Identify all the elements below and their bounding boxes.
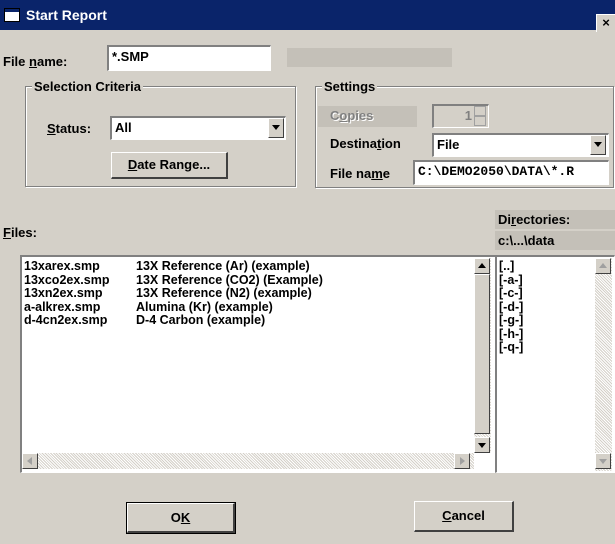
file-list-item[interactable]: 13xn2ex.smp 13X Reference (N2) (example) bbox=[24, 286, 312, 300]
window-icon bbox=[4, 8, 20, 22]
file-name-cell: a-alkrex.smp bbox=[24, 299, 101, 314]
directory-list-item[interactable]: [-d-] bbox=[499, 300, 523, 314]
destination-dropdown-arrow-icon[interactable] bbox=[590, 135, 606, 155]
files-scroll-up-icon[interactable] bbox=[474, 258, 490, 274]
files-scroll-thumb[interactable] bbox=[474, 274, 490, 434]
date-range-button[interactable]: Date Range... bbox=[111, 152, 228, 179]
directories-scroll-down-icon[interactable] bbox=[595, 453, 611, 469]
file-name-cell: d-4cn2ex.smp bbox=[24, 313, 108, 327]
file-list-item[interactable]: 13xco2ex.smp 13X Reference (CO2) (Example… bbox=[24, 273, 323, 287]
file-description-cell: 13X Reference (Ar) (example) bbox=[136, 259, 310, 273]
close-button[interactable]: × bbox=[596, 14, 615, 32]
output-file-name-input[interactable]: C:\DEMO2050\DATA\*.R bbox=[413, 160, 609, 185]
directory-list-item[interactable]: [-g-] bbox=[499, 313, 523, 327]
destination-label: Destination bbox=[330, 136, 401, 151]
file-name-label: File name: bbox=[3, 54, 68, 69]
selection-criteria-title: Selection Criteria bbox=[32, 79, 143, 94]
directory-list-item[interactable]: [..] bbox=[499, 259, 514, 273]
files-scroll-right-icon[interactable] bbox=[454, 453, 470, 469]
file-name-input[interactable]: *.SMP bbox=[107, 45, 271, 71]
files-horizontal-scrollbar[interactable] bbox=[22, 453, 474, 469]
files-label: Files: bbox=[3, 225, 37, 240]
file-list-item[interactable]: d-4cn2ex.smp D-4 Carbon (example) bbox=[24, 313, 265, 327]
file-name-cell: 13xn2ex.smp bbox=[24, 286, 103, 300]
files-list[interactable]: 13xarex.smp 13X Reference (Ar) (example) 1… bbox=[20, 255, 496, 473]
files-scroll-down-icon[interactable] bbox=[474, 437, 490, 453]
directory-list-item[interactable]: [-q-] bbox=[499, 340, 523, 354]
directory-list-item[interactable]: [-c-] bbox=[499, 286, 523, 300]
file-description-cell: Alumina (Kr) (example) bbox=[136, 299, 273, 314]
file-name-cell: 13xarex.smp bbox=[24, 259, 100, 273]
status-label: Status: bbox=[47, 121, 92, 136]
files-scroll-left-icon[interactable] bbox=[22, 453, 38, 469]
destination-select[interactable]: File bbox=[432, 133, 609, 157]
status-dropdown-arrow-icon[interactable] bbox=[268, 118, 284, 138]
ok-button[interactable]: OK bbox=[126, 502, 236, 534]
output-file-name-label: File name bbox=[330, 166, 390, 181]
file-name-extra-field bbox=[287, 48, 452, 67]
file-description-cell: D-4 Carbon (example) bbox=[136, 313, 266, 327]
copies-spin-up-icon[interactable] bbox=[474, 106, 486, 116]
copies-label: Copies bbox=[330, 108, 374, 123]
destination-value: File bbox=[437, 137, 460, 152]
directories-vertical-scrollbar[interactable] bbox=[595, 258, 612, 471]
status-select[interactable]: All bbox=[110, 116, 286, 140]
window-title: Start Report bbox=[26, 7, 107, 23]
file-list-item[interactable]: a-alkrex.smp Alumina (Kr) (example) bbox=[24, 300, 273, 314]
directories-label: Directories: bbox=[498, 212, 571, 227]
copies-spin-down-icon[interactable] bbox=[474, 116, 486, 126]
status-value: All bbox=[115, 120, 132, 135]
cancel-button[interactable]: Cancel bbox=[414, 501, 514, 532]
file-list-item[interactable]: 13xarex.smp 13X Reference (Ar) (example) bbox=[24, 259, 310, 273]
directories-scroll-up-icon[interactable] bbox=[595, 258, 611, 274]
file-name-cell: 13xco2ex.smp bbox=[24, 272, 110, 287]
directory-list-item[interactable]: [-h-] bbox=[499, 327, 523, 341]
file-description-cell: 13X Reference (CO2) (Example) bbox=[136, 272, 323, 287]
start-report-dialog: Start Report × File name: *.SMP Selectio… bbox=[0, 0, 615, 544]
settings-title: Settings bbox=[322, 79, 378, 94]
title-bar[interactable]: Start Report bbox=[0, 0, 615, 30]
directories-path: c:\...\data bbox=[498, 233, 555, 248]
file-description-cell: 13X Reference (N2) (example) bbox=[136, 286, 312, 300]
directory-list-item[interactable]: [-a-] bbox=[499, 273, 523, 287]
